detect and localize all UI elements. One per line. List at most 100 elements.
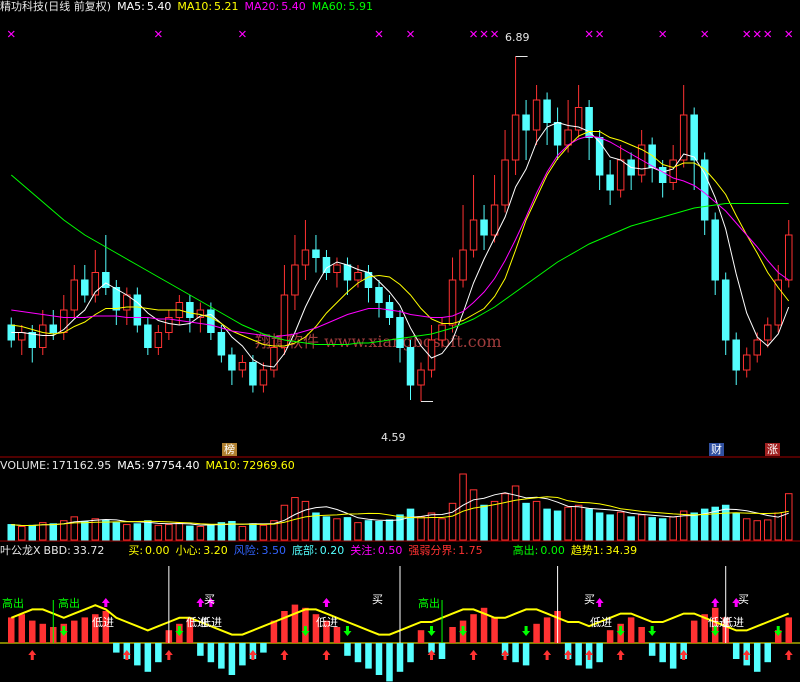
volume-bar — [18, 525, 26, 541]
candle-body — [732, 339, 740, 371]
volume-bar — [301, 500, 310, 541]
candle-body — [438, 324, 446, 341]
candle-body — [301, 249, 310, 266]
focus-arrow-icon — [711, 598, 720, 607]
volume-bar — [322, 516, 331, 541]
volume-bar — [364, 520, 373, 541]
bbd-bar-negative — [753, 643, 761, 672]
bbd-bar-negative — [344, 643, 351, 656]
candle-body — [154, 332, 163, 348]
bbd-bar-negative — [764, 643, 771, 663]
signal-buy-label: 买 — [204, 593, 215, 606]
volume-bar — [564, 506, 572, 541]
bbd-bar-negative — [596, 643, 603, 663]
volume-bar — [480, 504, 488, 541]
candle-body — [207, 309, 215, 333]
bbd-bar-negative — [648, 643, 656, 656]
candle-body — [522, 114, 530, 131]
volume-bar — [70, 516, 79, 541]
candle-body — [322, 257, 331, 273]
candle-body — [690, 114, 698, 161]
volume-bar — [133, 523, 142, 541]
candle-body — [564, 129, 572, 146]
candle-body — [763, 324, 772, 341]
bbd-bar-positive — [690, 620, 698, 643]
volume-bar — [543, 508, 551, 541]
signal-x-marker — [743, 30, 751, 38]
stock-chart-canvas: 高出 高出 高出低进 低进低进 低进 低进 低进低进买买买买 — [0, 30, 800, 682]
volume-bar — [648, 517, 656, 541]
signal-x-marker — [238, 30, 246, 38]
up-arrow-icon — [28, 650, 37, 660]
down-arrow-icon — [427, 626, 436, 636]
signal-x-marker — [407, 30, 414, 38]
up-arrow-icon — [543, 650, 552, 660]
bbd-bar-negative — [375, 643, 383, 675]
signal-x-marker — [375, 30, 383, 38]
candle-body — [784, 234, 793, 281]
bbd-bar-positive — [29, 620, 36, 643]
bbd-bar-positive — [71, 620, 78, 643]
volume-bar — [585, 508, 593, 541]
bbd-bar-negative — [207, 643, 215, 663]
bbd-bar-negative — [396, 643, 404, 672]
candle-body — [291, 264, 299, 296]
candle-body — [658, 167, 667, 183]
volume-bar — [144, 520, 152, 541]
bbd-bar-negative — [575, 643, 582, 666]
bbd-bar-negative — [239, 643, 246, 666]
candle-body — [228, 354, 236, 371]
candle-body — [469, 219, 478, 251]
candle-body — [396, 317, 404, 348]
volume-bar — [553, 510, 562, 541]
volume-bar — [511, 485, 520, 541]
volume-bar — [669, 516, 677, 541]
bbd-bar-positive — [417, 630, 425, 643]
signal-x-marker — [596, 30, 604, 38]
signal-x-marker — [764, 30, 772, 38]
candle-body — [459, 249, 467, 281]
candle-body — [217, 332, 226, 356]
candle-body — [312, 249, 320, 258]
volume-bar — [154, 524, 163, 541]
bbd-bar-positive — [627, 617, 635, 643]
signal-x-marker — [480, 30, 488, 38]
volume-bar — [448, 502, 457, 541]
volume-bar — [112, 522, 121, 541]
bbd-bar-positive — [785, 617, 793, 643]
candle-body — [354, 272, 362, 281]
bbd-bar-negative — [260, 643, 267, 653]
volume-bar — [49, 523, 58, 541]
volume-bar — [721, 504, 730, 541]
bbd-bar-positive — [533, 623, 540, 643]
candle-body — [679, 114, 688, 161]
volume-bar — [196, 525, 205, 541]
candle-body — [543, 99, 551, 123]
candle-body — [480, 219, 488, 236]
candle-body — [532, 99, 541, 131]
volume-bar — [574, 504, 583, 541]
bbd-bar-positive — [18, 614, 26, 643]
candle-body — [417, 369, 425, 386]
up-arrow-icon — [784, 650, 793, 660]
bbd-bar-negative — [134, 643, 141, 666]
volume-bar — [595, 512, 604, 541]
candle-body — [343, 264, 352, 281]
signal-x-marker — [753, 30, 761, 38]
bbd-bar-positive — [39, 623, 47, 643]
candle-body — [511, 114, 520, 161]
bbd-bar-negative — [365, 643, 372, 669]
volume-bar — [690, 512, 698, 541]
up-arrow-icon — [280, 650, 289, 660]
bbd-bar-positive — [302, 607, 309, 643]
volume-bar — [522, 502, 530, 541]
volume-bar — [375, 520, 383, 541]
bbd-bar-positive — [606, 630, 614, 643]
volume-bar — [238, 525, 247, 541]
signal-sell-label: 高出 — [2, 596, 24, 610]
up-arrow-icon — [469, 650, 478, 660]
volume-bar — [7, 524, 16, 541]
volume-bar — [469, 489, 478, 541]
volume-bar — [207, 524, 215, 541]
bbd-bar-positive — [291, 604, 299, 643]
